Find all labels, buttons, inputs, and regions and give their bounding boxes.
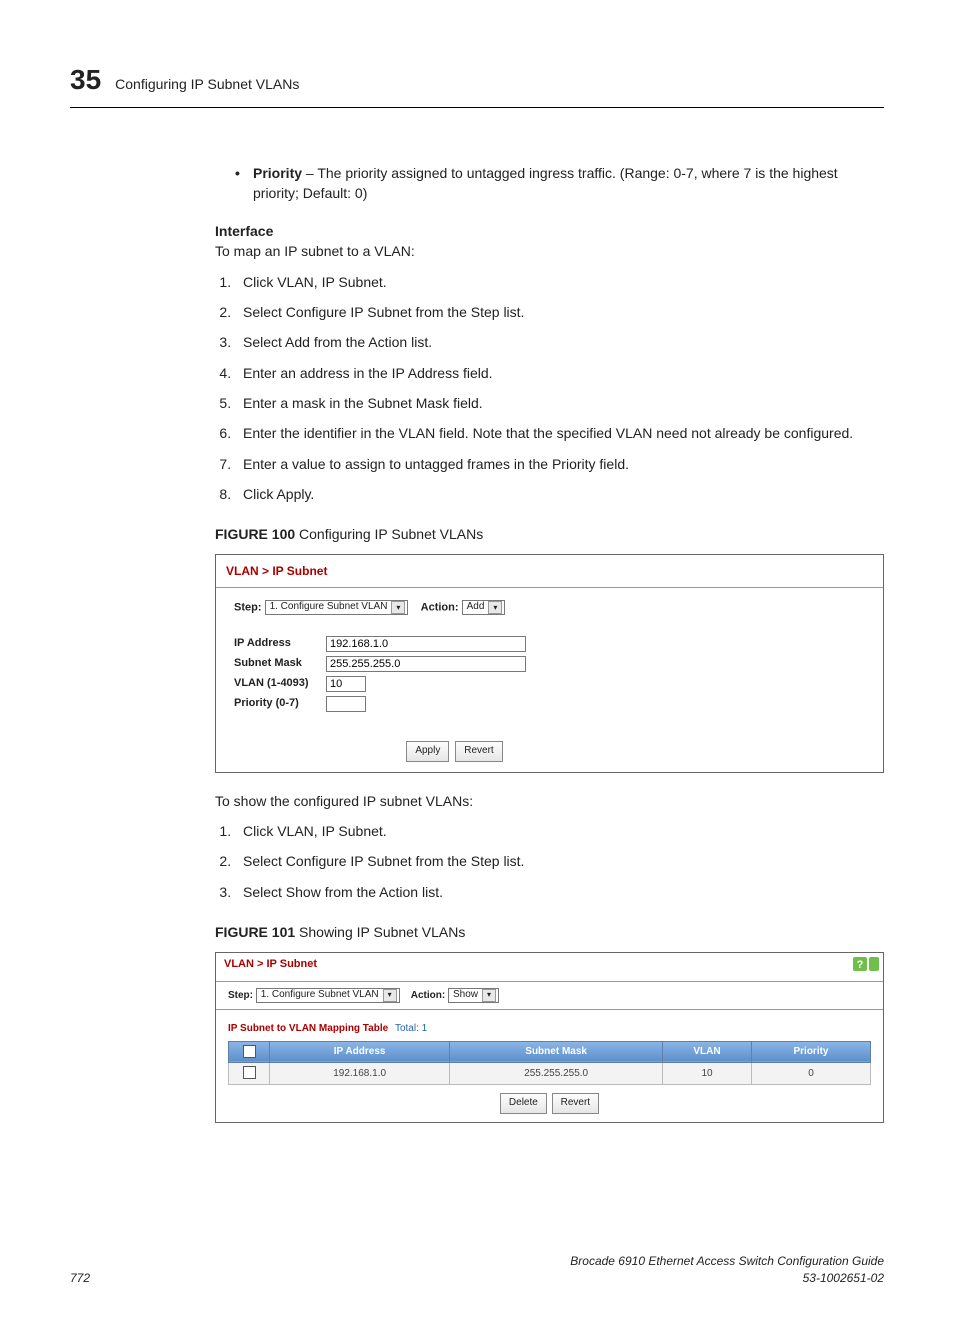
action-select-value: Add: [467, 600, 485, 615]
action-select-value: Show: [453, 988, 478, 1003]
mapping-table: IP Address Subnet Mask VLAN Priority 192…: [228, 1041, 871, 1085]
checkbox-icon[interactable]: [243, 1045, 256, 1058]
figure-100-label: FIGURE 100: [215, 526, 295, 542]
figure-101-buttons: Delete Revert: [216, 1093, 883, 1114]
figure-101-caption: FIGURE 101 Showing IP Subnet VLANs: [215, 922, 884, 942]
delete-button[interactable]: Delete: [500, 1093, 547, 1114]
step-label: Step:: [234, 601, 262, 613]
chapter-number: 35: [70, 60, 101, 101]
chevron-down-icon: ▾: [482, 989, 496, 1002]
step-label: Step:: [228, 990, 253, 1001]
priority-bullet-text: – The priority assigned to untagged ingr…: [253, 165, 838, 201]
priority-bullet: Priority – The priority assigned to unta…: [235, 163, 884, 204]
figure-101-label: FIGURE 101: [215, 924, 295, 940]
step-item: Enter an address in the IP Address field…: [235, 363, 884, 383]
svg-text:?: ?: [857, 959, 864, 971]
show-intro: To show the configured IP subnet VLANs:: [215, 791, 884, 811]
cell-subnet-mask: 255.255.255.0: [450, 1063, 663, 1085]
step-item: Select Configure IP Subnet from the Step…: [235, 302, 884, 322]
doc-info: Brocade 6910 Ethernet Access Switch Conf…: [570, 1253, 884, 1288]
step-item: Enter a value to assign to untagged fram…: [235, 454, 884, 474]
vlan-label: VLAN (1-4093): [234, 676, 326, 692]
action-select[interactable]: Show ▾: [448, 988, 499, 1003]
figure-101-panel: VLAN > IP Subnet ? Step: 1. Configure Su…: [215, 952, 884, 1122]
priority-bullet-label: Priority: [253, 165, 302, 181]
subnet-mask-label: Subnet Mask: [234, 656, 326, 672]
vlan-input[interactable]: [326, 676, 366, 692]
ip-address-row: IP Address: [216, 634, 883, 654]
interface-heading: Interface: [215, 221, 884, 241]
priority-row: Priority (0-7): [216, 694, 883, 714]
step-select-value: 1. Configure Subnet VLAN: [270, 600, 388, 615]
divider: [216, 981, 883, 982]
interface-intro: To map an IP subnet to a VLAN:: [215, 241, 884, 261]
step-item: Select Add from the Action list.: [235, 332, 884, 352]
show-steps: Click VLAN, IP Subnet. Select Configure …: [215, 821, 884, 902]
table-row: 192.168.1.0 255.255.255.0 10 0: [229, 1063, 871, 1085]
subnet-mask-row: Subnet Mask: [216, 654, 883, 674]
subnet-mask-input[interactable]: [326, 656, 526, 672]
step-action-row: Step: 1. Configure Subnet VLAN ▾ Action:…: [216, 986, 883, 1006]
chevron-down-icon: ▾: [383, 989, 397, 1002]
step-item: Select Show from the Action list.: [235, 882, 884, 902]
col-ip-address: IP Address: [270, 1041, 450, 1063]
page-footer: 772 Brocade 6910 Ethernet Access Switch …: [70, 1253, 884, 1288]
page-header: 35 Configuring IP Subnet VLANs: [70, 60, 884, 108]
figure-101-topbar: VLAN > IP Subnet ?: [216, 953, 883, 977]
divider: [216, 1009, 883, 1010]
table-header-row: IP Address Subnet Mask VLAN Priority: [229, 1041, 871, 1063]
action-label: Action:: [421, 601, 459, 613]
table-title-row: IP Subnet to VLAN Mapping Table Total: 1: [216, 1014, 883, 1041]
cell-priority: 0: [752, 1063, 871, 1085]
row-checkbox-cell[interactable]: [229, 1063, 270, 1085]
breadcrumb: VLAN > IP Subnet: [224, 957, 317, 973]
step-item: Enter the identifier in the VLAN field. …: [235, 423, 884, 443]
chapter-title: Configuring IP Subnet VLANs: [115, 74, 299, 94]
figure-100-panel: VLAN > IP Subnet Step: 1. Configure Subn…: [215, 554, 884, 772]
doc-number: 53-1002651-02: [570, 1270, 884, 1287]
figure-101-title: Showing IP Subnet VLANs: [295, 924, 465, 940]
figure-100-title: Configuring IP Subnet VLANs: [295, 526, 483, 542]
col-vlan: VLAN: [663, 1041, 752, 1063]
step-item: Click VLAN, IP Subnet.: [235, 821, 884, 841]
table-total: Total: 1: [395, 1023, 427, 1034]
step-item: Select Configure IP Subnet from the Step…: [235, 851, 884, 871]
step-item: Click Apply.: [235, 484, 884, 504]
figure-100-buttons: Apply Revert: [216, 738, 883, 762]
figure-100-caption: FIGURE 100 Configuring IP Subnet VLANs: [215, 524, 884, 544]
cell-vlan: 10: [663, 1063, 752, 1085]
help-icon[interactable]: ?: [853, 957, 879, 977]
doc-title: Brocade 6910 Ethernet Access Switch Conf…: [570, 1253, 884, 1270]
step-select[interactable]: 1. Configure Subnet VLAN ▾: [265, 600, 409, 615]
col-subnet-mask: Subnet Mask: [450, 1041, 663, 1063]
priority-bullet-list: Priority – The priority assigned to unta…: [215, 163, 884, 204]
checkbox-icon[interactable]: [243, 1066, 256, 1079]
content-column: Priority – The priority assigned to unta…: [215, 163, 884, 1123]
step-item: Click VLAN, IP Subnet.: [235, 272, 884, 292]
chevron-down-icon: ▾: [488, 601, 502, 614]
step-select[interactable]: 1. Configure Subnet VLAN ▾: [256, 988, 400, 1003]
interface-steps: Click VLAN, IP Subnet. Select Configure …: [215, 272, 884, 504]
col-priority: Priority: [752, 1041, 871, 1063]
chevron-down-icon: ▾: [391, 601, 405, 614]
cell-ip-address: 192.168.1.0: [270, 1063, 450, 1085]
breadcrumb: VLAN > IP Subnet: [216, 555, 883, 586]
step-item: Enter a mask in the Subnet Mask field.: [235, 393, 884, 413]
priority-label: Priority (0-7): [234, 696, 326, 712]
vlan-row: VLAN (1-4093): [216, 674, 883, 694]
select-all-header[interactable]: [229, 1041, 270, 1063]
action-label: Action:: [411, 990, 445, 1001]
revert-button[interactable]: Revert: [455, 741, 502, 762]
action-select[interactable]: Add ▾: [462, 600, 506, 615]
priority-input[interactable]: [326, 696, 366, 712]
revert-button[interactable]: Revert: [552, 1093, 599, 1114]
page-number: 772: [70, 1270, 90, 1287]
step-select-value: 1. Configure Subnet VLAN: [261, 988, 379, 1003]
divider: [216, 587, 883, 588]
step-action-row: Step: 1. Configure Subnet VLAN ▾ Action:…: [216, 596, 883, 626]
apply-button[interactable]: Apply: [406, 741, 449, 762]
ip-address-input[interactable]: [326, 636, 526, 652]
ip-address-label: IP Address: [234, 636, 326, 652]
table-title: IP Subnet to VLAN Mapping Table: [228, 1023, 388, 1034]
